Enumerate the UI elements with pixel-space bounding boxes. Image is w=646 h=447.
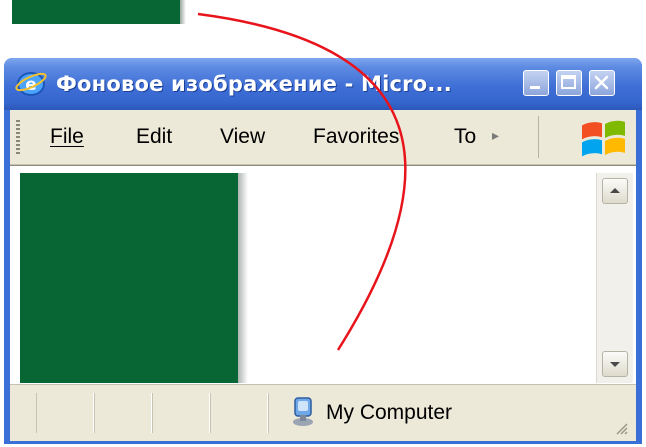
curved-arrow-annotation: [197, 12, 407, 351]
